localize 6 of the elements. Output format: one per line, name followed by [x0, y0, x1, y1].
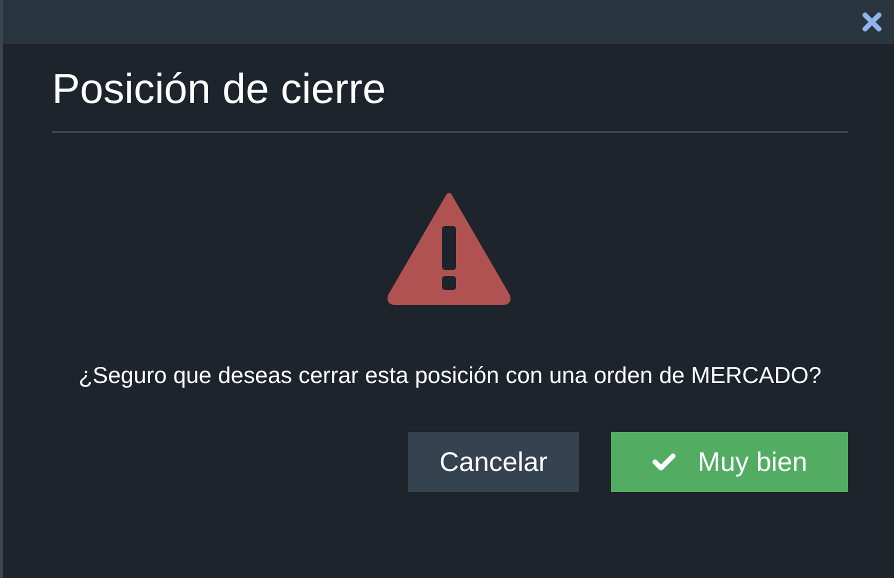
- warning-icon: [386, 192, 510, 306]
- cancel-button[interactable]: Cancelar: [408, 432, 579, 492]
- dialog-title: Posición de cierre: [52, 64, 387, 114]
- confirmation-message: ¿Seguro que deseas cerrar esta posición con una orden de MERCADO?: [78, 361, 822, 390]
- close-icon[interactable]: [862, 12, 882, 32]
- checkmark-icon: [652, 452, 676, 472]
